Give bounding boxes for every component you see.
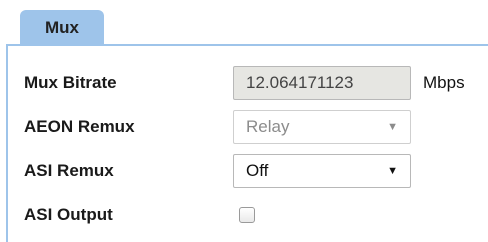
aeon-remux-select: Relay ▼ [233, 110, 411, 144]
asi-remux-row: ASI Remux Off ▼ [8, 154, 488, 188]
mux-bitrate-value: 12.064171123 [246, 73, 354, 92]
mux-settings-content: Mux Bitrate 12.064171123 Mbps AEON Remux… [6, 44, 488, 242]
asi-output-checkbox[interactable] [239, 207, 255, 223]
aeon-remux-row: AEON Remux Relay ▼ [8, 110, 488, 144]
aeon-remux-label: AEON Remux [24, 117, 135, 136]
mux-panel: Mux Mux Bitrate 12.064171123 Mbps AEON R… [0, 0, 488, 242]
asi-output-label: ASI Output [24, 205, 113, 224]
chevron-down-icon: ▼ [387, 121, 398, 133]
aeon-remux-value: Relay [246, 117, 290, 136]
mux-bitrate-unit: Mbps [423, 73, 465, 92]
mux-bitrate-row: Mux Bitrate 12.064171123 Mbps [8, 66, 488, 100]
tab-mux[interactable]: Mux [20, 10, 104, 46]
tab-mux-label: Mux [45, 18, 79, 37]
chevron-down-icon: ▼ [387, 165, 398, 177]
asi-remux-label: ASI Remux [24, 161, 114, 180]
asi-remux-select[interactable]: Off ▼ [233, 154, 411, 188]
asi-output-row: ASI Output [8, 198, 488, 232]
mux-bitrate-field: 12.064171123 [233, 66, 411, 100]
asi-remux-value: Off [246, 161, 269, 180]
mux-bitrate-label: Mux Bitrate [24, 73, 117, 92]
